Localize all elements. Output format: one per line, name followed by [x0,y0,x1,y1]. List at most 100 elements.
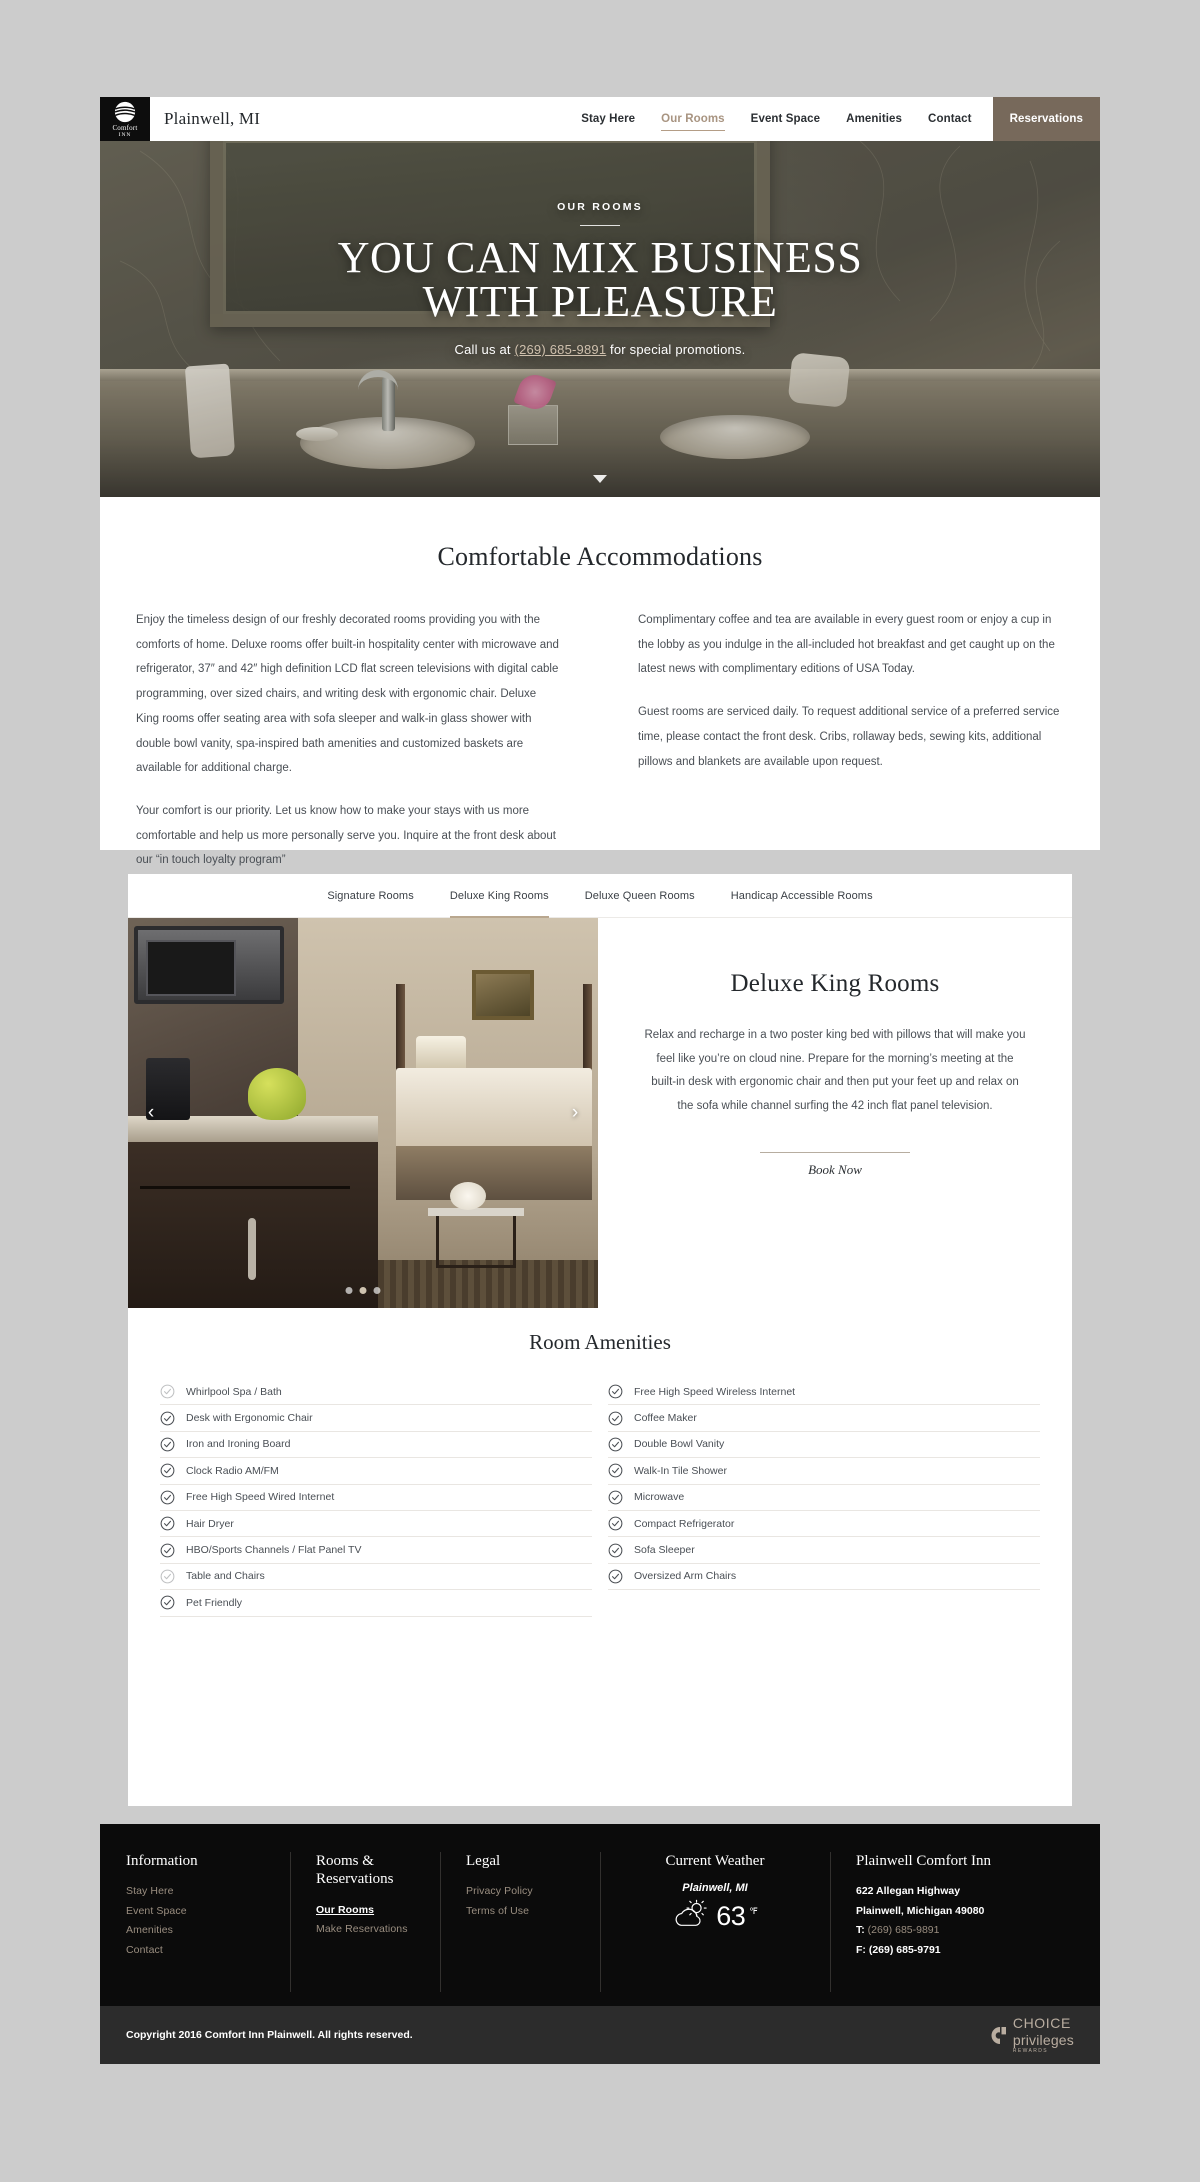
room-artwork [472,970,534,1020]
amenity-item: Whirlpool Spa / Bath [160,1379,592,1406]
amenity-label: Free High Speed Wireless Internet [634,1385,796,1398]
room-info: Deluxe King Rooms Relax and recharge in … [598,918,1072,1308]
amenity-label: Microwave [634,1491,685,1504]
amenity-item: Sofa Sleeper [608,1537,1040,1564]
choice-privileges-logo[interactable]: CHOICE privileges REWARDS [990,2016,1074,2054]
check-circle-icon [608,1437,623,1452]
amenity-label: Walk-In Tile Shower [634,1464,727,1477]
amenity-item: Coffee Maker [608,1405,1040,1432]
amenity-item: Table and Chairs [160,1564,592,1591]
amenity-label: Oversized Arm Chairs [634,1570,737,1583]
amenity-label: Pet Friendly [186,1596,243,1609]
tab-deluxe-queen-rooms[interactable]: Deluxe Queen Rooms [567,874,713,918]
footer-heading-legal: Legal [466,1853,501,1869]
footer-link-our-rooms[interactable]: Our Rooms [316,1901,414,1920]
footer-link-make-reservations[interactable]: Make Reservations [316,1920,414,1939]
choice-privileges-logo-icon [990,2026,1007,2045]
footer-link-event-space[interactable]: Event Space [126,1902,264,1921]
room-amenities-section: Room Amenities Whirlpool Spa / Bath Desk… [128,1308,1072,1806]
check-circle-icon [160,1543,175,1558]
check-circle-icon [608,1569,623,1584]
footer-link-privacy-policy[interactable]: Privacy Policy [466,1882,574,1901]
amenities-column-left: Whirlpool Spa / Bath Desk with Ergonomic… [160,1379,592,1617]
room-type-tabs: Signature Rooms Deluxe King Rooms Deluxe… [128,874,1072,918]
check-circle-icon [160,1595,175,1610]
footer-heading-property: Plainwell Comfort Inn [856,1853,991,1869]
check-circle-icon [160,1463,175,1478]
gallery-dot-3[interactable] [373,1287,381,1294]
room-description: Relax and recharge in a two poster king … [644,1029,1026,1112]
hero-title: YOU CAN MIX BUSINESS WITH PLEASURE [338,236,863,324]
footer-link-stay-here[interactable]: Stay Here [126,1882,264,1901]
footer-heading-rooms-reservations: Rooms & Reservations [316,1853,394,1888]
check-circle-icon [160,1516,175,1531]
nav-item-stay-here[interactable]: Stay Here [568,97,648,141]
footer-link-amenities[interactable]: Amenities [126,1921,264,1940]
intro-paragraph: Enjoy the timeless design of our freshly… [136,614,559,775]
amenity-item: Clock Radio AM/FM [160,1458,592,1485]
amenity-item: Pet Friendly [160,1590,592,1617]
amenity-item: HBO/Sports Channels / Flat Panel TV [160,1537,592,1564]
copyright-bar: Copyright 2016 Comfort Inn Plainwell. Al… [100,2006,1100,2064]
book-now-button[interactable]: Book Now [760,1152,910,1178]
amenity-item: Iron and Ironing Board [160,1432,592,1459]
amenity-item: Free High Speed Wireless Internet [608,1379,1040,1406]
amenity-item: Double Bowl Vanity [608,1432,1040,1459]
chevron-left-icon[interactable]: ‹ [138,1100,164,1126]
phone-number[interactable]: (269) 685-9891 [868,1924,940,1936]
logo-brand-text: Comfort [112,123,138,132]
gallery-dots [345,1287,381,1294]
property-fax: F: (269) 685-9791 [856,1941,1074,1960]
nav-item-amenities[interactable]: Amenities [833,97,915,141]
amenity-item: Hair Dryer [160,1511,592,1538]
hero-phone-link[interactable]: (269) 685-9891 [515,342,607,357]
choice-line1: CHOICE [1012,2015,1071,2031]
amenity-label: Coffee Maker [634,1412,697,1425]
nav-item-event-space[interactable]: Event Space [738,97,834,141]
check-circle-icon [608,1516,623,1531]
tab-signature-rooms[interactable]: Signature Rooms [309,874,432,918]
check-circle-icon [608,1384,623,1399]
chevron-down-icon[interactable] [593,475,607,483]
intro-paragraph: Guest rooms are serviced daily. To reque… [638,706,1060,768]
room-cabinet-line [140,1186,350,1189]
gallery-dot-1[interactable] [345,1287,353,1294]
hero-banner: OUR ROOMS YOU CAN MIX BUSINESS WITH PLEA… [100,141,1100,497]
site-footer: Information Stay Here Event Space Amenit… [100,1824,1100,2006]
room-title: Deluxe King Rooms [730,970,940,997]
check-circle-icon [160,1569,175,1584]
nav-item-contact[interactable]: Contact [915,97,985,141]
fax-label: F: [856,1943,866,1956]
room-bed-base [396,1146,592,1200]
comfort-inn-logo[interactable]: Comfort INN [100,97,150,141]
tab-deluxe-king-rooms[interactable]: Deluxe King Rooms [432,874,567,918]
amenity-item: Free High Speed Wired Internet [160,1485,592,1511]
footer-rooms-column: Rooms & Reservations Our Rooms Make Rese… [290,1852,440,2006]
check-circle-icon [160,1411,175,1426]
footer-link-contact[interactable]: Contact [126,1941,264,1960]
comfort-inn-swoosh-icon [114,101,136,123]
amenity-item: Oversized Arm Chairs [608,1564,1040,1591]
logo-sub-text: INN [118,131,132,138]
room-microwave [134,926,284,1004]
hero-divider [580,225,620,226]
chevron-right-icon[interactable]: › [562,1100,588,1126]
footer-link-terms-of-use[interactable]: Terms of Use [466,1902,574,1921]
reservations-button[interactable]: Reservations [992,97,1100,141]
amenity-label: Clock Radio AM/FM [186,1464,279,1477]
weather-city: Plainwell, MI [682,1882,748,1895]
room-cabinet-handle [248,1218,256,1280]
room-lamp [416,1036,466,1070]
nav-item-our-rooms[interactable]: Our Rooms [648,97,738,141]
check-circle-icon [160,1384,175,1399]
property-address-line2: Plainwell, Michigan 49080 [856,1904,985,1917]
check-circle-icon [608,1463,623,1478]
gallery-dot-2[interactable] [359,1287,367,1294]
intro-columns: Enjoy the timeless design of our freshly… [100,572,1100,891]
tab-handicap-accessible-rooms[interactable]: Handicap Accessible Rooms [713,874,891,918]
amenity-item: Desk with Ergonomic Chair [160,1405,592,1432]
rooms-card: Signature Rooms Deluxe King Rooms Deluxe… [128,874,1072,1308]
choice-privileges-wordmark: CHOICE privileges REWARDS [1013,2016,1074,2054]
intro-paragraph: Your comfort is our priority. Let us kno… [136,805,556,867]
choice-line3: REWARDS [1012,2048,1049,2054]
